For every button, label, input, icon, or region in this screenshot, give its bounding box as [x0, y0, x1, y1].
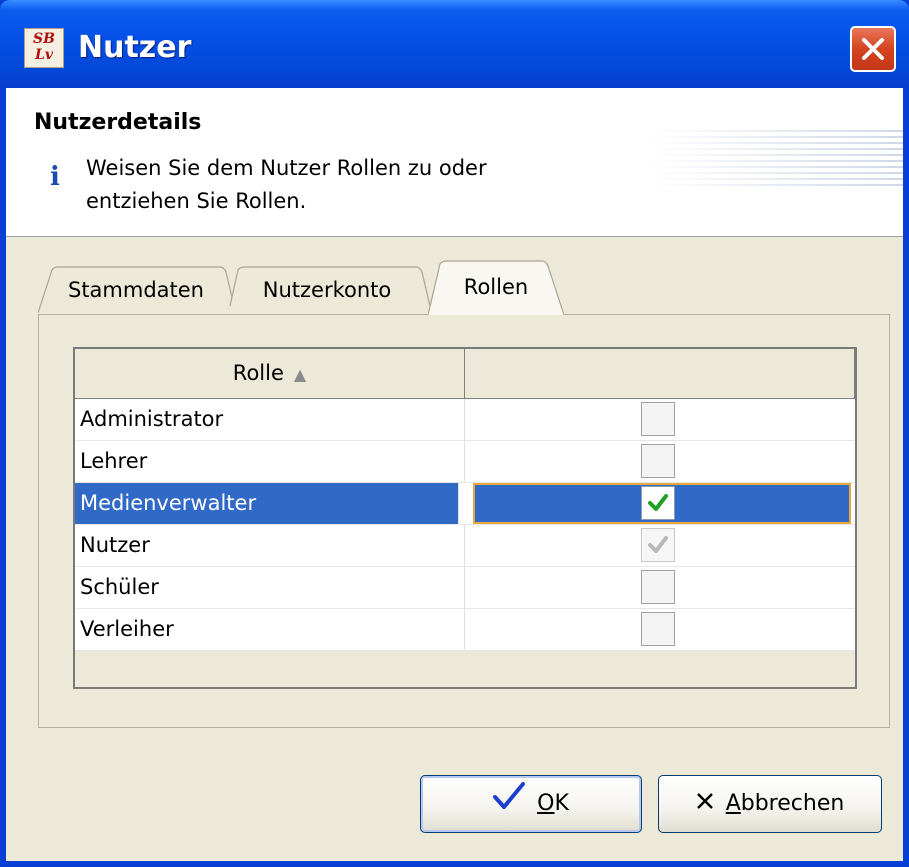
wizard-header: Nutzerdetails i Weisen Sie dem Nutzer Ro…	[6, 88, 903, 237]
role-checkbox[interactable]	[641, 402, 675, 436]
role-name-cell: Medienverwalter	[75, 483, 459, 524]
table-row[interactable]: Schüler	[75, 567, 855, 609]
role-checkbox	[641, 528, 675, 562]
role-assigned-cell	[465, 441, 855, 482]
role-checkbox[interactable]	[641, 444, 675, 478]
role-checkbox[interactable]	[641, 486, 675, 520]
table-header: Rolle ▲	[75, 349, 855, 399]
info-icon: i	[50, 162, 60, 192]
tab-rollen[interactable]: Rollen	[428, 260, 564, 316]
role-checkbox[interactable]	[641, 612, 675, 646]
table-row[interactable]: Administrator	[75, 399, 855, 441]
dialog-window: SB Lv Nutzer Nutzerdetails i Weisen Sie …	[0, 0, 909, 867]
window-title: Nutzer	[78, 30, 192, 65]
title-bar[interactable]: SB Lv Nutzer	[0, 0, 909, 88]
roles-table: Rolle ▲ Administrator Lehrer Medienverwalte…	[73, 347, 857, 689]
role-assigned-cell	[465, 483, 855, 524]
header-message-line-2: entziehen Sie Rollen.	[86, 189, 307, 213]
table-row[interactable]: Lehrer	[75, 441, 855, 483]
role-name-cell: Schüler	[75, 567, 465, 608]
role-assigned-cell	[465, 399, 855, 440]
header-message: Weisen Sie dem Nutzer Rollen zu oder ent…	[86, 152, 606, 218]
role-name-cell: Nutzer	[75, 525, 465, 566]
tab-label: Rollen	[463, 275, 529, 299]
column-header-assigned[interactable]	[465, 349, 855, 398]
header-message-line-1: Weisen Sie dem Nutzer Rollen zu oder	[86, 156, 487, 180]
role-assigned-cell	[465, 567, 855, 608]
role-name-cell: Lehrer	[75, 441, 465, 482]
role-name-cell: Administrator	[75, 399, 465, 440]
cancel-label: Abbrechen	[725, 791, 845, 816]
ok-button[interactable]: OK	[420, 775, 642, 833]
header-title: Nutzerdetails	[34, 110, 202, 135]
table-row[interactable]: Verleiher	[75, 609, 855, 651]
header-decoration	[646, 130, 903, 194]
table-row[interactable]: Medienverwalter	[75, 483, 855, 525]
tab-panel-rollen: Rolle ▲ Administrator Lehrer Medienverwalte…	[38, 314, 890, 728]
dialog-client-area: Nutzerdetails i Weisen Sie dem Nutzer Ro…	[6, 88, 903, 861]
cancel-button[interactable]: Abbrechen	[658, 775, 882, 833]
checkmark-icon	[493, 776, 526, 832]
ok-label: OK	[537, 791, 569, 816]
close-icon	[862, 38, 884, 60]
role-assigned-cell	[465, 525, 855, 566]
role-name-cell: Verleiher	[75, 609, 465, 650]
tab-nutzerkonto[interactable]: Nutzerkonto	[224, 266, 430, 312]
app-logo-text-bottom: Lv	[35, 47, 53, 63]
tab-label: Nutzerkonto	[262, 278, 392, 302]
role-assigned-cell	[465, 609, 855, 650]
role-checkbox[interactable]	[641, 570, 675, 604]
sort-ascending-icon: ▲	[293, 365, 307, 384]
tab-label: Stammdaten	[67, 278, 204, 302]
app-logo-text-top: SB	[33, 31, 55, 47]
column-header-rolle[interactable]: Rolle ▲	[75, 349, 465, 398]
check-icon	[648, 494, 668, 511]
close-button[interactable]	[850, 26, 896, 72]
cross-icon	[696, 776, 714, 832]
tab-stammdaten[interactable]: Stammdaten	[38, 266, 234, 314]
app-logo-icon: SB Lv	[24, 28, 64, 68]
check-icon	[648, 536, 668, 553]
table-row[interactable]: Nutzer	[75, 525, 855, 567]
